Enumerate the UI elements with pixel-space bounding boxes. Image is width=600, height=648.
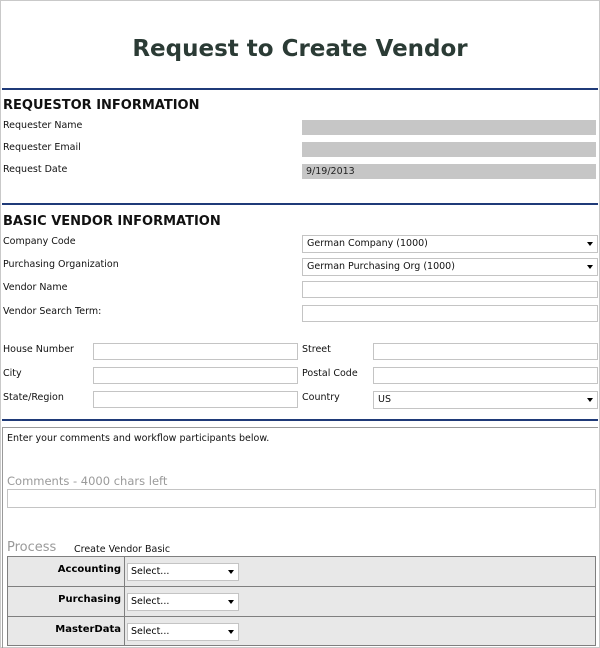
- role-label: Purchasing: [8, 587, 125, 616]
- accounting-select[interactable]: Select...: [127, 563, 239, 581]
- state-region-label: State/Region: [3, 392, 64, 403]
- requestor-section-title: REQUESTOR INFORMATION: [3, 98, 200, 113]
- vendor-search-term-input[interactable]: [302, 305, 598, 322]
- masterdata-select[interactable]: Select...: [127, 623, 239, 641]
- section-divider: [2, 419, 598, 421]
- purchasing-org-select[interactable]: German Purchasing Org (1000): [302, 258, 598, 276]
- request-date-label: Request Date: [3, 164, 68, 175]
- chevron-down-icon: [228, 600, 234, 604]
- house-number-input[interactable]: [93, 343, 298, 360]
- section-divider: [2, 203, 598, 205]
- chevron-down-icon: [587, 398, 593, 402]
- vendor-search-term-label: Vendor Search Term:: [3, 306, 102, 317]
- role-label: MasterData: [8, 617, 125, 646]
- vendor-name-label: Vendor Name: [3, 282, 68, 293]
- city-input[interactable]: [93, 367, 298, 384]
- vendor-name-input[interactable]: [302, 281, 598, 298]
- country-value: US: [378, 394, 391, 405]
- chevron-down-icon: [228, 570, 234, 574]
- role-label: Accounting: [8, 557, 125, 586]
- postal-code-label: Postal Code: [302, 368, 358, 379]
- comments-label: Comments - 4000 chars left: [7, 474, 168, 488]
- workflow-row-accounting: Accounting Select...: [7, 556, 596, 586]
- process-name: Create Vendor Basic: [74, 544, 171, 555]
- chevron-down-icon: [228, 630, 234, 634]
- purchasing-org-value: German Purchasing Org (1000): [307, 261, 455, 272]
- workflow-row-masterdata: MasterData Select...: [7, 616, 596, 646]
- process-label: Process: [7, 540, 57, 555]
- purchasing-select[interactable]: Select...: [127, 593, 239, 611]
- company-code-select[interactable]: German Company (1000): [302, 235, 598, 253]
- requester-email-label: Requester Email: [3, 142, 81, 153]
- workflow-participants-table: Accounting Select... Purchasing Select..…: [7, 556, 596, 646]
- section-divider: [2, 88, 598, 90]
- postal-code-input[interactable]: [373, 367, 598, 384]
- workflow-instructions: Enter your comments and workflow partici…: [7, 433, 270, 444]
- street-input[interactable]: [373, 343, 598, 360]
- requester-email-field: [302, 142, 596, 157]
- chevron-down-icon: [587, 242, 593, 246]
- company-code-value: German Company (1000): [307, 238, 428, 249]
- chevron-down-icon: [587, 265, 593, 269]
- country-select[interactable]: US: [373, 391, 598, 409]
- page-title: Request to Create Vendor: [132, 36, 468, 62]
- request-date-field: 9/19/2013: [302, 164, 596, 179]
- purchasing-org-label: Purchasing Organization: [3, 259, 119, 270]
- requester-name-label: Requester Name: [3, 120, 83, 131]
- city-label: City: [3, 368, 22, 379]
- comments-input[interactable]: [7, 489, 596, 508]
- state-region-input[interactable]: [93, 391, 298, 408]
- workflow-row-purchasing: Purchasing Select...: [7, 586, 596, 616]
- masterdata-select-value: Select...: [131, 626, 170, 637]
- house-number-label: House Number: [3, 344, 74, 355]
- requester-name-field: [302, 120, 596, 135]
- company-code-label: Company Code: [3, 236, 76, 247]
- street-label: Street: [302, 344, 331, 355]
- vendor-section-title: BASIC VENDOR INFORMATION: [3, 214, 221, 229]
- purchasing-select-value: Select...: [131, 596, 170, 607]
- country-label: Country: [302, 392, 340, 403]
- accounting-select-value: Select...: [131, 566, 170, 577]
